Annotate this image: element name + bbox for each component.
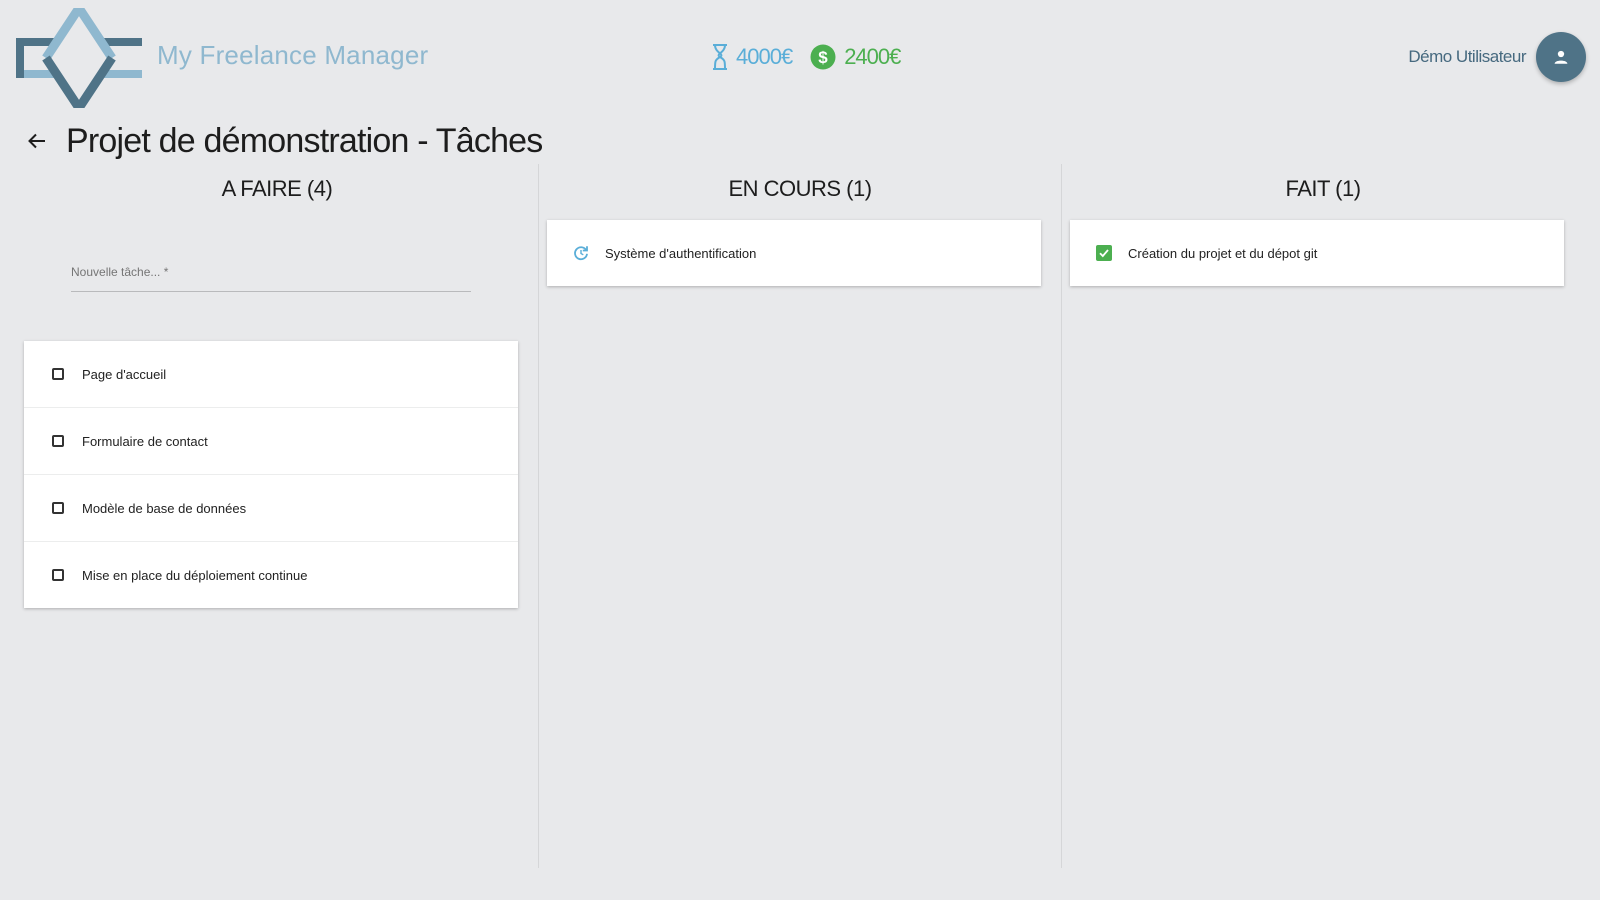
task-label: Création du projet et du dépot git [1128,245,1318,261]
page-title: Projet de démonstration - Tâches [66,121,543,160]
paid-amount: $ 2400€ [810,44,901,70]
done-task-list: Création du projet et du dépot git [1070,220,1564,286]
task-label: Système d'authentification [605,245,757,261]
checkbox-icon[interactable] [50,567,66,583]
user-name[interactable]: Démo Utilisateur [1408,47,1526,67]
app-logo[interactable] [16,8,142,108]
new-task-input[interactable] [71,259,471,285]
todo-task-list: Page d'accueil Formulaire de contact Mod… [24,341,518,608]
avatar[interactable] [1536,32,1586,82]
task-item[interactable]: Mise en place du déploiement continue [24,542,518,608]
task-label: Page d'accueil [82,366,167,382]
column-title-in-progress: EN COURS (1) [728,176,872,201]
dollar-circle-icon: $ [810,44,836,70]
pending-amount: 4000€ [712,44,793,70]
task-label: Formulaire de contact [82,433,208,449]
checkbox-checked-icon[interactable] [1096,245,1112,261]
checkbox-icon[interactable] [50,433,66,449]
column-done: FAIT (1) Création du projet et du dépot … [1061,164,1584,868]
task-item[interactable]: Création du projet et du dépot git [1070,220,1564,286]
column-title-done: FAIT (1) [1285,176,1361,201]
new-task-field[interactable] [71,259,471,292]
column-in-progress: EN COURS (1) Système d'authentification [538,164,1061,868]
hourglass-icon [713,44,727,70]
column-title-todo: A FAIRE (4) [221,176,333,201]
page-header: Projet de démonstration - Tâches [24,118,543,164]
svg-text:$: $ [818,48,828,67]
arrow-back-icon [28,133,45,149]
task-item[interactable]: Formulaire de contact [24,408,518,475]
checkbox-icon[interactable] [50,500,66,516]
task-item[interactable]: Modèle de base de données [24,475,518,542]
task-item[interactable]: Page d'accueil [24,341,518,408]
column-todo: A FAIRE (4) Page d'accueil Formulaire de… [16,164,538,868]
person-icon [1554,50,1568,64]
paid-amount-value: 2400€ [844,44,901,69]
checkbox-icon[interactable] [50,366,66,382]
task-label: Mise en place du déploiement continue [82,567,308,583]
user-menu[interactable]: Démo Utilisateur [1408,32,1586,82]
in-progress-task-list: Système d'authentification [547,220,1041,286]
app-title[interactable]: My Freelance Manager [157,40,428,71]
kanban-board: A FAIRE (4) Page d'accueil Formulaire de… [16,164,1584,868]
back-button[interactable] [24,128,50,154]
task-label: Modèle de base de données [82,500,247,516]
stats-bar: 4000€ $ 2400€ [712,40,918,74]
task-item[interactable]: Système d'authentification [547,220,1041,286]
pending-amount-value: 4000€ [736,44,793,69]
app-header: My Freelance Manager 4000€ $ 2400€ Démo … [0,0,1600,118]
refresh-icon[interactable] [573,245,589,261]
